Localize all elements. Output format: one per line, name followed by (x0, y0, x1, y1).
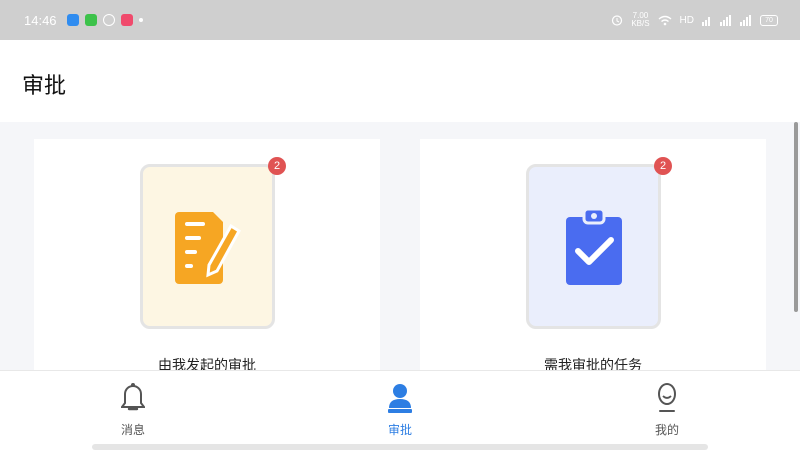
more-notifications-icon (138, 18, 143, 22)
approval-content: 2 由我发起的审批 2 需我审批的任务 (0, 122, 800, 370)
nav-mine[interactable]: 我的 (637, 383, 697, 438)
pending-tasks-tile[interactable] (526, 164, 661, 329)
nav-messages[interactable]: 消息 (103, 383, 163, 438)
network-speed: 7.00 KB/S (631, 12, 649, 28)
initiated-approvals-tile[interactable] (140, 164, 275, 329)
status-bar-left: 14:46 (24, 13, 143, 28)
chat-notification-icon (102, 14, 115, 26)
wechat-notification-icon (84, 14, 97, 26)
nav-approval-label: 审批 (387, 423, 412, 437)
card-pending-tasks[interactable]: 2 需我审批的任务 (420, 139, 766, 370)
bottom-nav: 消息 审批 我的 (0, 370, 800, 450)
card-initiated-approvals[interactable]: 2 由我发起的审批 (34, 139, 380, 370)
status-time: 14:46 (24, 12, 57, 28)
clipboard-check-icon (565, 207, 622, 285)
scrollbar-thumb[interactable] (794, 122, 798, 312)
status-bar: 14:46 7.00 KB/S HD 70 (0, 0, 800, 40)
alarm-icon (612, 15, 623, 26)
nav-messages-label: 消息 (120, 423, 145, 437)
pending-count-badge: 2 (654, 157, 672, 175)
nav-mine-label: 我的 (654, 423, 679, 437)
network-speed-unit: KB/S (631, 19, 650, 28)
network-type: HD (679, 14, 694, 26)
status-bar-right: 7.00 KB/S HD 70 (611, 12, 778, 28)
app-notification-icon (66, 14, 79, 26)
bell-icon (120, 383, 146, 413)
document-pen-icon (174, 211, 241, 284)
user-stamp-icon (387, 383, 413, 413)
signal-icon-3 (740, 14, 751, 26)
pending-tasks-label[interactable]: 需我审批的任务 (420, 355, 766, 370)
nav-approval[interactable]: 审批 (370, 383, 430, 438)
signal-icon (702, 16, 710, 26)
initiated-approvals-label[interactable]: 由我发起的审批 (34, 355, 380, 370)
page-title: 审批 (22, 74, 67, 99)
initiated-count-badge: 2 (268, 157, 286, 175)
battery-icon: 70 (760, 14, 778, 26)
video-notification-icon (120, 14, 133, 26)
wifi-icon (658, 15, 671, 25)
gesture-bar (92, 444, 708, 450)
signal-icon-2 (720, 14, 731, 26)
profile-icon (654, 383, 680, 413)
page-header: 审批 (0, 40, 800, 122)
battery-level: 70 (765, 16, 773, 24)
